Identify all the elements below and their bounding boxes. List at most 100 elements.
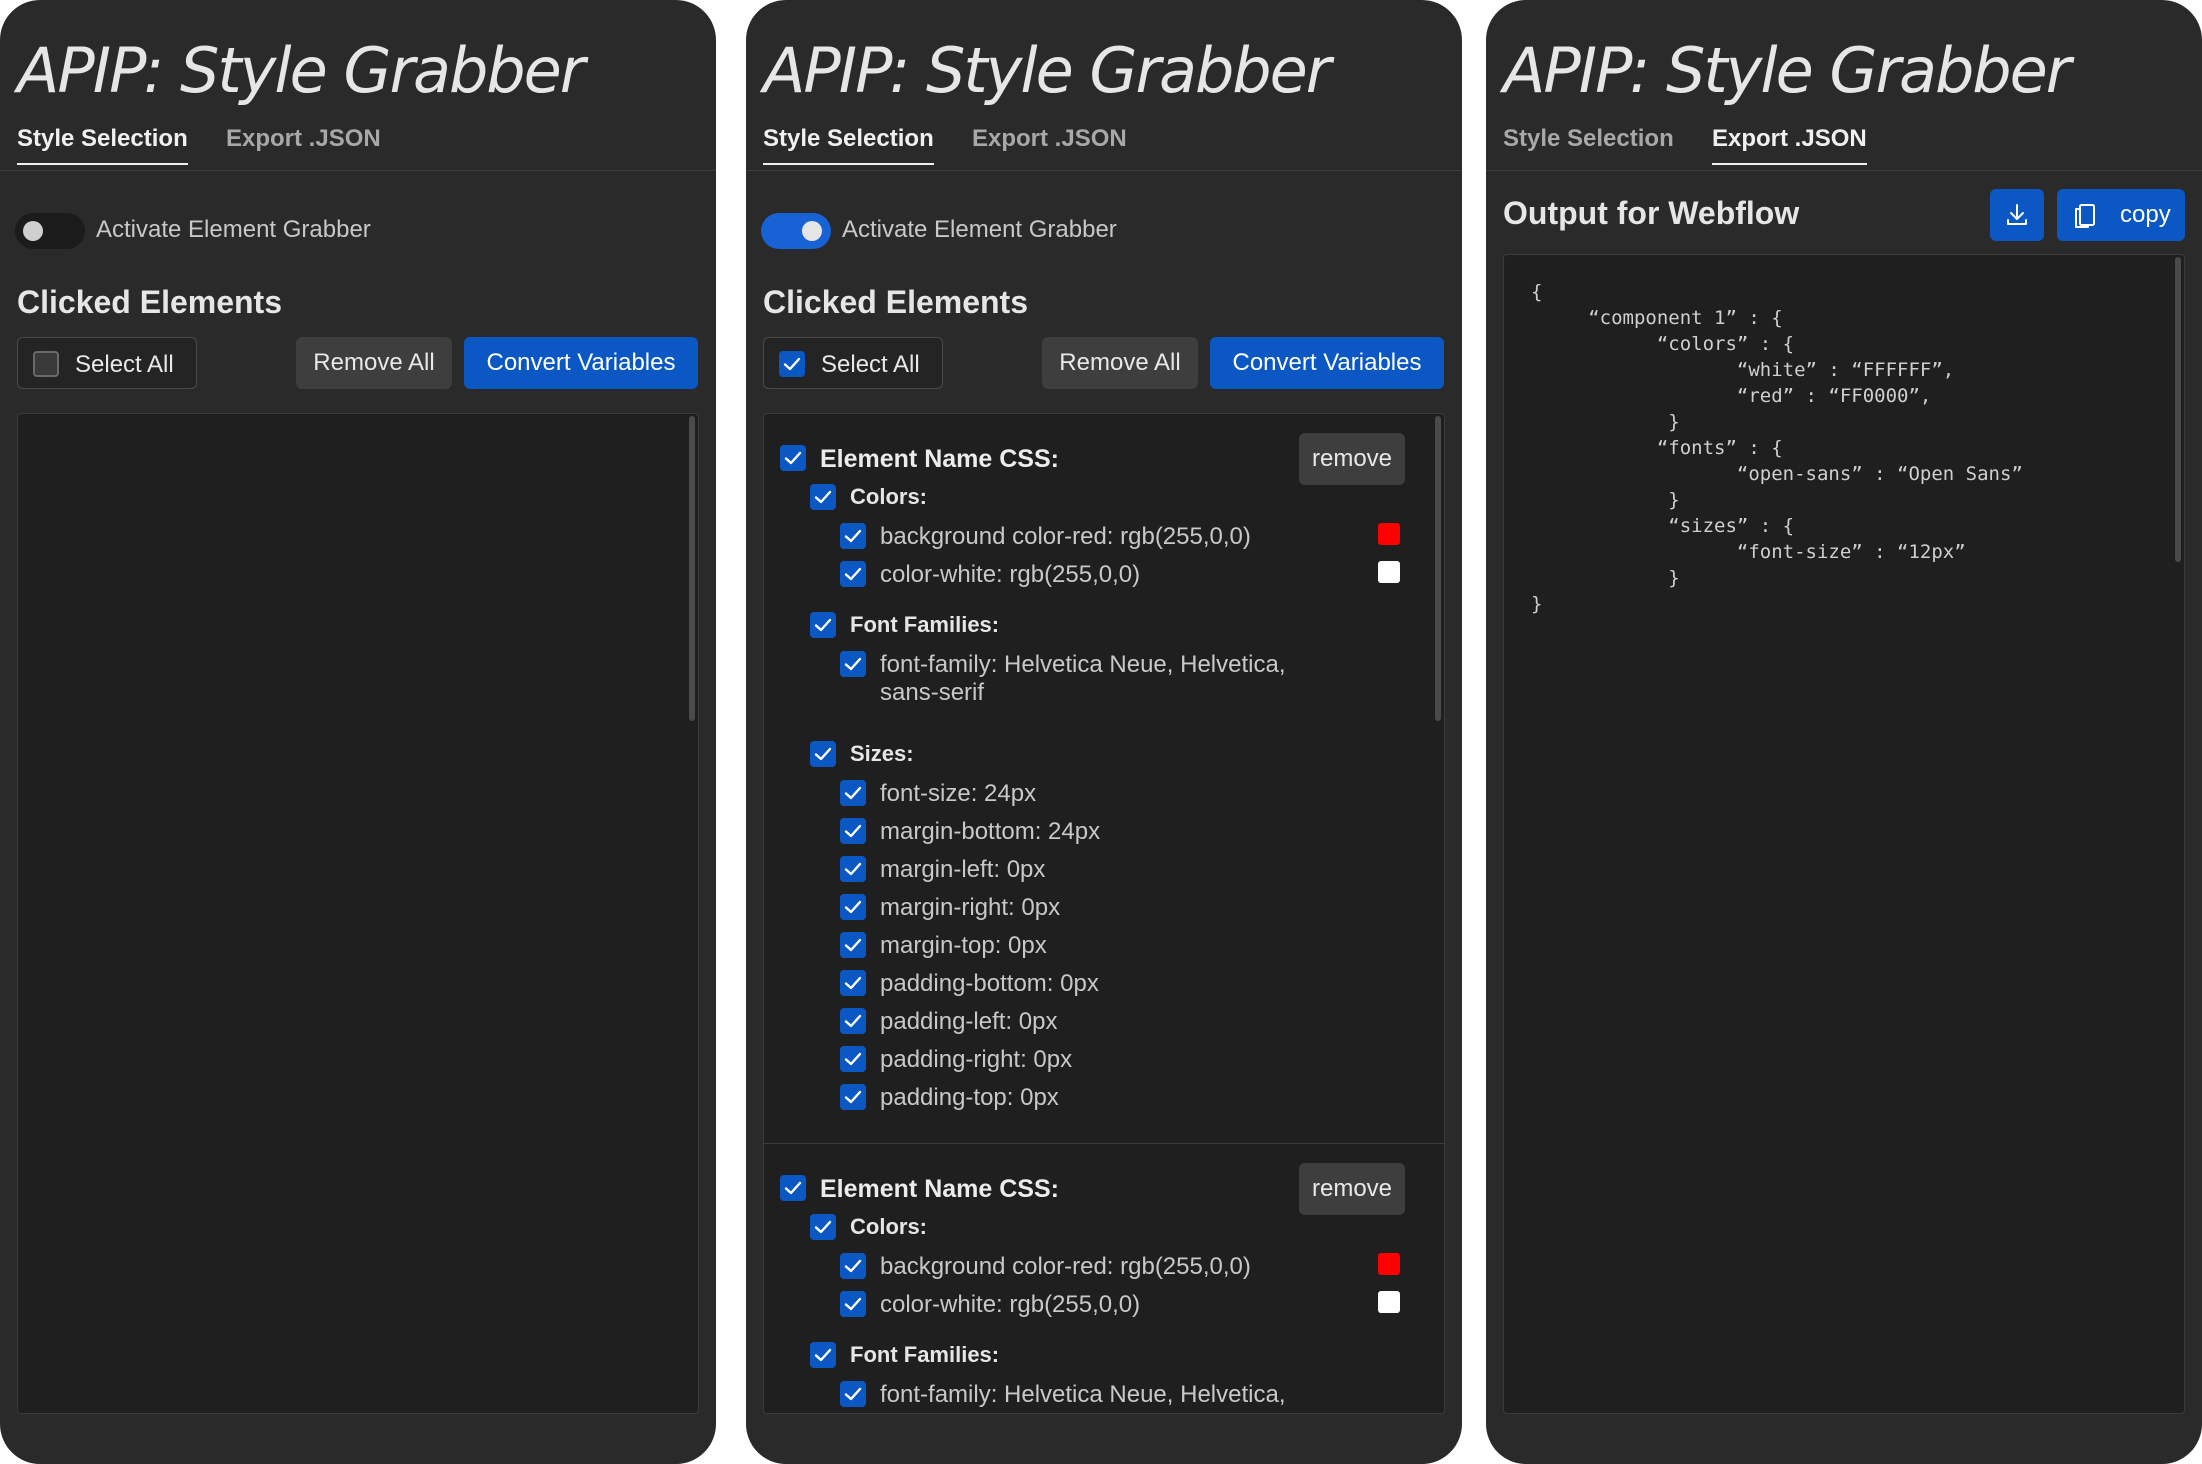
remove-button[interactable]: remove <box>1299 433 1405 485</box>
remove-all-button[interactable]: Remove All <box>1042 337 1198 389</box>
tab-divider <box>0 170 716 171</box>
tab-bar: Style Selection Export .JSON <box>1503 125 2202 171</box>
tab-bar: Style Selection Export .JSON <box>17 125 716 171</box>
select-all-checkbox[interactable] <box>779 351 805 377</box>
property-checkbox[interactable] <box>840 818 866 844</box>
property-checkbox[interactable] <box>840 1008 866 1034</box>
property-label: font-family: Helvetica Neue, Helvetica, <box>880 651 1286 678</box>
select-all-button[interactable]: Select All <box>763 337 943 389</box>
clicked-elements-heading: Clicked Elements <box>763 284 1028 320</box>
element-name: Element Name CSS: <box>820 445 1059 473</box>
property-label: margin-left: 0px <box>880 856 1046 883</box>
property-label-continued: sans-serif <box>880 679 985 706</box>
tab-export-json[interactable]: Export .JSON <box>226 125 381 163</box>
scrollbar[interactable] <box>689 416 695 721</box>
clicked-elements-heading: Clicked Elements <box>17 284 282 320</box>
property-label: font-family: Helvetica Neue, Helvetica, <box>880 1381 1286 1408</box>
group-label: Font Families: <box>850 1342 1000 1367</box>
panel-style-selection-filled: APIP: Style Grabber Style Selection Expo… <box>746 0 1462 1464</box>
property-checkbox[interactable] <box>840 780 866 806</box>
tab-style-selection[interactable]: Style Selection <box>763 125 934 165</box>
element-checkbox[interactable] <box>780 1175 806 1201</box>
group-checkbox[interactable] <box>810 1214 836 1240</box>
tab-style-selection[interactable]: Style Selection <box>1503 125 1674 163</box>
property-checkbox[interactable] <box>840 651 866 677</box>
clicked-elements-list <box>17 413 699 1414</box>
element-grabber-toggle[interactable] <box>15 213 85 249</box>
app-title: APIP: Style Grabber <box>17 34 585 107</box>
copy-icon <box>2075 204 2095 228</box>
group-checkbox[interactable] <box>810 1342 836 1368</box>
panel-style-selection-empty: APIP: Style Grabber Style Selection Expo… <box>0 0 716 1464</box>
element-name: Element Name CSS: <box>820 1175 1059 1203</box>
property-label: color-white: rgb(255,0,0) <box>880 1291 1141 1318</box>
property-checkbox[interactable] <box>840 1084 866 1110</box>
property-checkbox[interactable] <box>840 561 866 587</box>
json-output-code: { “component 1” : { “colors” : { “white”… <box>1531 281 2023 615</box>
tab-style-selection[interactable]: Style Selection <box>17 125 188 165</box>
property-label: padding-left: 0px <box>880 1008 1058 1035</box>
group-label: Colors: <box>850 484 927 509</box>
property-label: background color-red: rgb(255,0,0) <box>880 523 1251 550</box>
toggle-knob <box>802 221 822 241</box>
group-checkbox[interactable] <box>810 741 836 767</box>
convert-variables-button[interactable]: Convert Variables <box>1210 337 1444 389</box>
property-label: margin-top: 0px <box>880 932 1047 959</box>
group-label: Colors: <box>850 1214 927 1239</box>
copy-label: copy <box>2120 201 2171 228</box>
group-label: Font Families: <box>850 612 1000 637</box>
color-swatch-white <box>1378 1291 1400 1313</box>
property-label: padding-right: 0px <box>880 1046 1073 1073</box>
remove-button[interactable]: remove <box>1299 1163 1405 1215</box>
property-checkbox[interactable] <box>840 1291 866 1317</box>
scrollbar[interactable] <box>2175 257 2181 562</box>
copy-button[interactable]: copy <box>2057 189 2185 241</box>
remove-all-button[interactable]: Remove All <box>296 337 452 389</box>
convert-variables-button[interactable]: Convert Variables <box>464 337 698 389</box>
element-grabber-toggle[interactable] <box>761 213 831 249</box>
property-checkbox[interactable] <box>840 932 866 958</box>
select-all-label: Select All <box>821 351 920 378</box>
property-label: background color-red: rgb(255,0,0) <box>880 1253 1251 1280</box>
group-checkbox[interactable] <box>810 484 836 510</box>
color-swatch-red <box>1378 523 1400 545</box>
property-label: margin-bottom: 24px <box>880 818 1101 845</box>
group-label: Sizes: <box>850 741 914 766</box>
tab-export-json[interactable]: Export .JSON <box>1712 125 1867 165</box>
app-title: APIP: Style Grabber <box>1503 34 2071 107</box>
select-all-button[interactable]: Select All <box>17 337 197 389</box>
tab-divider <box>746 170 1462 171</box>
panel-export-json: APIP: Style Grabber Style Selection Expo… <box>1486 0 2202 1464</box>
property-label: font-size: 24px <box>880 780 1037 807</box>
group-checkbox[interactable] <box>810 612 836 638</box>
property-checkbox[interactable] <box>840 894 866 920</box>
property-label: padding-top: 0px <box>880 1084 1059 1111</box>
toggle-label: Activate Element Grabber <box>842 216 1117 243</box>
color-swatch-red <box>1378 1253 1400 1275</box>
property-checkbox[interactable] <box>840 1046 866 1072</box>
toggle-knob <box>23 221 43 241</box>
color-swatch-white <box>1378 561 1400 583</box>
tab-divider <box>1486 170 2202 171</box>
property-label: margin-right: 0px <box>880 894 1061 921</box>
property-checkbox[interactable] <box>840 1253 866 1279</box>
property-checkbox[interactable] <box>840 1381 866 1407</box>
download-button[interactable] <box>1990 189 2044 241</box>
select-all-label: Select All <box>75 351 174 378</box>
download-icon <box>2007 204 2027 225</box>
json-output-box[interactable]: { “component 1” : { “colors” : { “white”… <box>1503 254 2185 1414</box>
element-divider <box>764 1143 1444 1144</box>
scrollbar[interactable] <box>1435 416 1441 721</box>
property-label: padding-bottom: 0px <box>880 970 1099 997</box>
tab-export-json[interactable]: Export .JSON <box>972 125 1127 163</box>
clicked-elements-list: Element Name CSS: remove Colors: backgro… <box>763 413 1445 1414</box>
property-checkbox[interactable] <box>840 523 866 549</box>
element-checkbox[interactable] <box>780 445 806 471</box>
property-label: color-white: rgb(255,0,0) <box>880 561 1141 588</box>
property-checkbox[interactable] <box>840 856 866 882</box>
toggle-label: Activate Element Grabber <box>96 216 371 243</box>
select-all-checkbox[interactable] <box>33 351 59 377</box>
output-heading: Output for Webflow <box>1503 195 1800 231</box>
app-title: APIP: Style Grabber <box>763 34 1331 107</box>
property-checkbox[interactable] <box>840 970 866 996</box>
